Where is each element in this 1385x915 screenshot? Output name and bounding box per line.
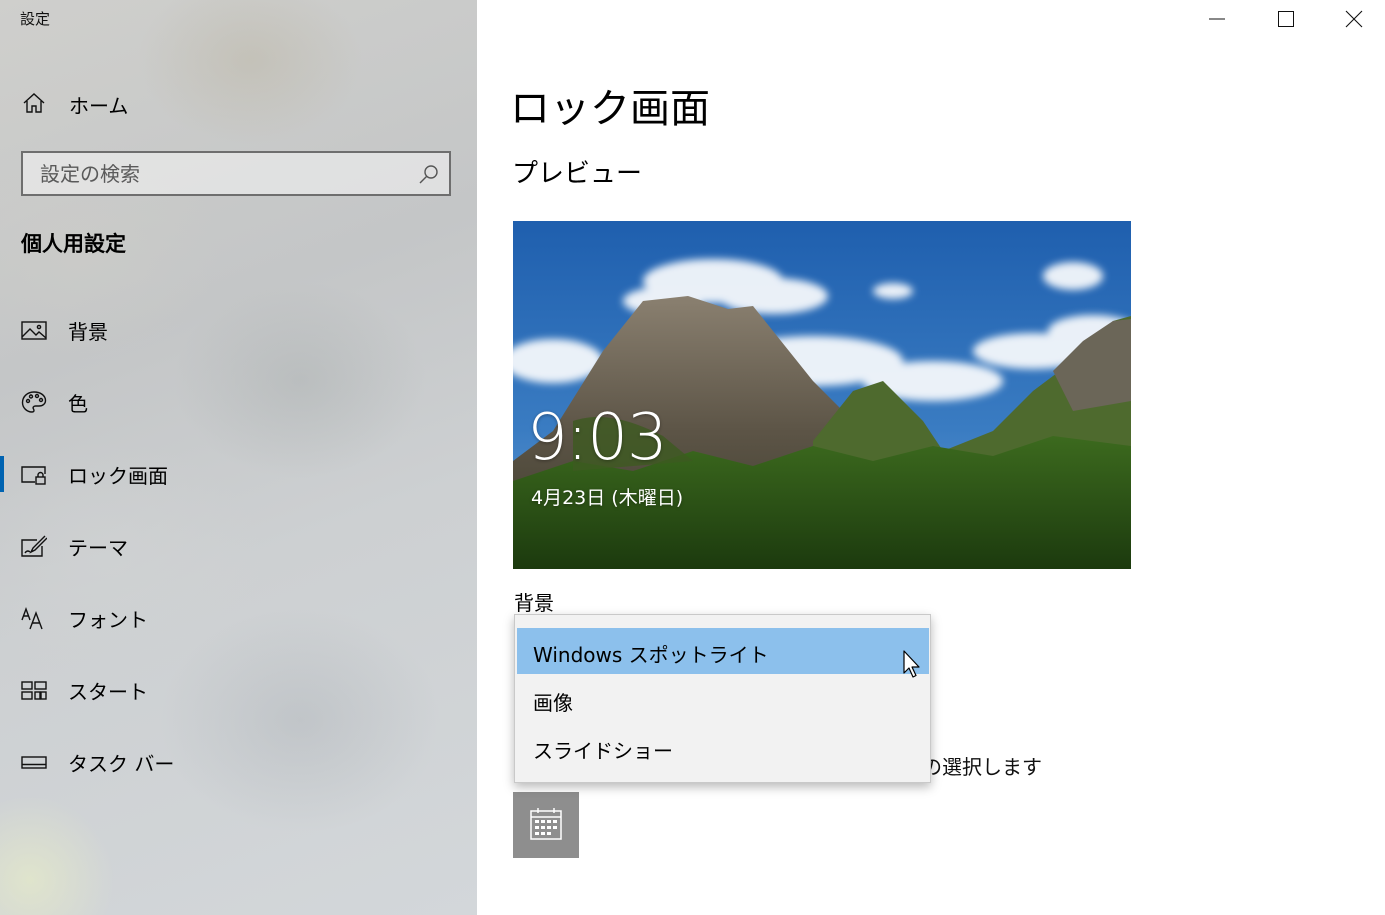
home-label: ホーム [69,94,129,118]
sidebar-item-theme[interactable]: テーマ [0,518,477,574]
search-icon[interactable] [418,163,440,185]
sidebar-item-label: 背景 [68,320,108,344]
close-button[interactable] [1320,0,1385,38]
font-icon [21,606,43,630]
calendar-app-tile[interactable] [513,792,579,858]
background-label: 背景 [514,591,554,615]
preview-landscape-image [513,221,1131,569]
start-tiles-icon [21,681,47,700]
section-title: 個人用設定 [21,232,126,256]
background-dropdown-list[interactable]: Windows スポットライト 画像 スライドショー [514,614,931,783]
preview-date: 4月23日 (木曜日) [531,487,684,509]
dropdown-option-spotlight[interactable]: Windows スポットライト [517,628,929,674]
picture-icon [21,321,47,340]
palette-icon [21,391,47,413]
sidebar-item-background[interactable]: 背景 [0,302,477,358]
dropdown-option-label: スライドショー [533,739,673,763]
sidebar-item-label: タスク バー [68,752,175,776]
app-title: 設定 [20,10,51,28]
sidebar-item-color[interactable]: 色 [0,374,477,430]
partially-hidden-text: の選択します [922,755,1042,779]
sidebar-item-label: スタート [68,680,148,704]
sidebar-item-label: ロック画面 [68,464,168,488]
sidebar-item-label: フォント [68,608,148,632]
preview-time: 9:03 [527,401,668,475]
dropdown-option-label: Windows スポットライト [533,643,769,667]
page-title: ロック画面 [510,86,710,132]
mouse-cursor-icon [903,650,920,678]
sidebar-item-font[interactable]: フォント [0,590,477,646]
home-icon [23,93,45,113]
dropdown-option-slideshow[interactable]: スライドショー [517,724,929,770]
minimize-button[interactable] [1183,0,1251,38]
taskbar-icon [21,756,47,769]
lock-screen-icon [21,466,46,485]
calendar-icon [530,808,562,840]
preview-title: プレビュー [512,159,643,189]
sidebar-item-label: 色 [68,392,88,416]
maximize-icon [1278,11,1294,27]
sidebar: 設定 ホーム 個人用設定 背景 色 [0,0,477,915]
home-nav-item[interactable]: ホーム [0,78,477,128]
search-box[interactable] [21,151,451,196]
theme-brush-icon [21,535,47,557]
dropdown-option-picture[interactable]: 画像 [517,676,929,722]
maximize-button[interactable] [1252,0,1320,38]
minimize-icon [1209,18,1225,20]
sidebar-item-start[interactable]: スタート [0,662,477,718]
close-icon [1345,10,1363,28]
sidebar-item-taskbar[interactable]: タスク バー [0,734,477,790]
search-input[interactable] [23,153,420,194]
dropdown-option-label: 画像 [533,691,573,715]
active-indicator [0,456,4,492]
sidebar-item-label: テーマ [68,536,128,560]
sidebar-item-lock-screen[interactable]: ロック画面 [0,446,477,502]
lock-screen-preview: 9:03 4月23日 (木曜日) [513,221,1131,569]
